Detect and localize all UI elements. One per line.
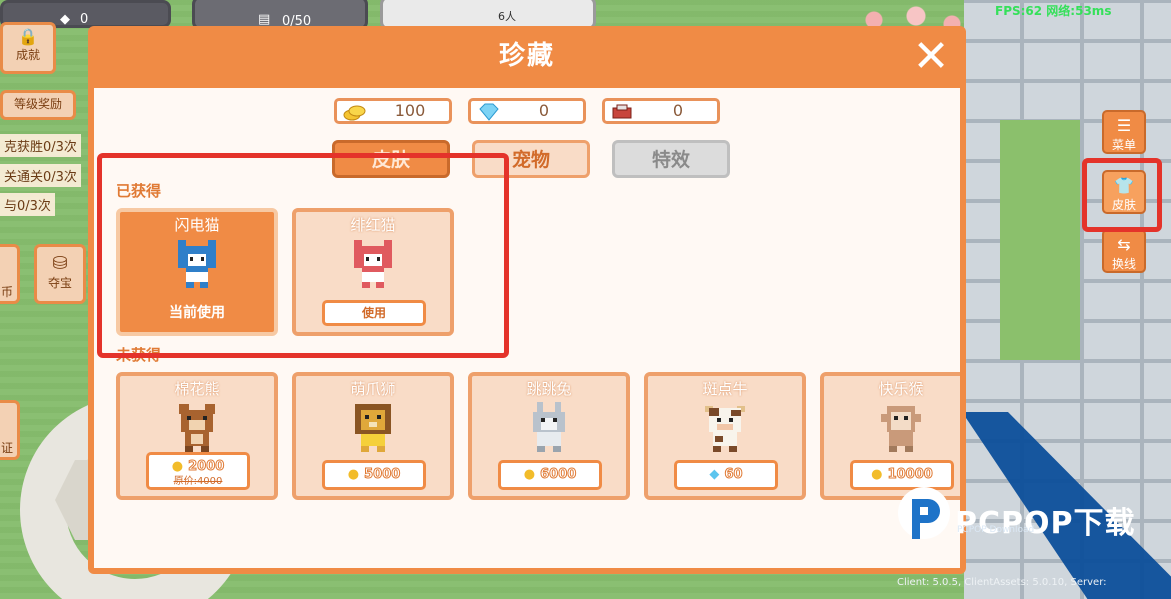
skin-price: 60 xyxy=(724,467,743,483)
modal-title: 珍藏 xyxy=(498,41,555,71)
treasure-button[interactable]: ⛁ 夺宝 xyxy=(34,244,86,304)
achievement-label: 成就 xyxy=(15,48,40,62)
skin-price: 2000 xyxy=(188,459,225,475)
switch-icon: ⇆ xyxy=(1117,235,1131,254)
fps-readout: FPS:62 网络:53ms xyxy=(995,4,1112,18)
switch-line-label: 换线 xyxy=(1111,257,1136,271)
buy-button[interactable]: ● 2000 原价:4000 xyxy=(146,452,250,490)
side-button-1[interactable]: 币 xyxy=(0,244,20,304)
menu-button[interactable]: ☰ 菜单 xyxy=(1102,110,1146,154)
buy-button[interactable]: ● 5000 xyxy=(322,460,426,490)
original-price: 原价:4000 xyxy=(173,476,223,487)
coin-balance: 100 xyxy=(334,98,452,124)
lion-sprite xyxy=(355,404,391,452)
coin-icon: ● xyxy=(871,467,883,482)
players-count: 6人 xyxy=(498,10,516,23)
ticket-balance: 0 xyxy=(602,98,720,124)
level-reward-button[interactable]: 等级奖励 xyxy=(0,90,76,120)
version-text: Client: 5.0.5, ClientAssets: 5.0.10, Ser… xyxy=(897,577,1107,588)
diamond-icon: ◆ xyxy=(709,467,720,482)
icon-star: ▤ xyxy=(258,12,271,27)
skin-card-cute-lion[interactable]: 萌爪狮 ● 5000 xyxy=(292,372,454,500)
skin-price: 6000 xyxy=(540,467,577,483)
ticket-icon xyxy=(612,104,632,119)
diamond-icon xyxy=(479,103,499,121)
skin-name: 斑点牛 xyxy=(702,380,748,398)
skin-price: 10000 xyxy=(887,467,933,483)
diamond-icon: ◆ xyxy=(60,12,70,27)
switch-line-button[interactable]: ⇆ 换线 xyxy=(1102,229,1146,273)
skin-name: 快乐猴 xyxy=(878,380,924,398)
tab-effect[interactable]: 特效 xyxy=(612,140,730,178)
skin-price: 5000 xyxy=(364,467,401,483)
lock-icon: 🔒 xyxy=(18,27,38,46)
diamond-balance: 0 xyxy=(468,98,586,124)
ticket-value: 0 xyxy=(672,101,684,120)
menu-label: 菜单 xyxy=(1111,138,1136,152)
quest-line-3: 与0/3次 xyxy=(0,193,55,216)
watermark-sub: PCPOP Download xyxy=(957,525,1035,535)
highlight-frame-skin-button xyxy=(1082,158,1162,232)
side-button-2[interactable]: 证 xyxy=(0,400,20,460)
coin-icon: ● xyxy=(523,467,536,482)
coin-icon xyxy=(343,105,366,121)
skin-card-spotted-cow[interactable]: 斑点牛 ◆ 60 xyxy=(644,372,806,500)
top-num: 0 xyxy=(80,12,89,27)
treasure-icon: ⛁ xyxy=(52,253,68,274)
rabbit-sprite xyxy=(533,402,565,452)
close-button[interactable]: ✕ xyxy=(906,32,956,82)
skin-name: 跳跳兔 xyxy=(526,380,572,398)
skin-card-cotton-bear[interactable]: 棉花熊 ● 2000 原价:4000 xyxy=(116,372,278,500)
quest-line-2: 关通关0/3次 xyxy=(0,164,81,187)
skin-name: 棉花熊 xyxy=(174,380,220,398)
close-icon: ✕ xyxy=(912,31,950,82)
quest-line-1: 克获胜0/3次 xyxy=(0,134,81,157)
cow-sprite xyxy=(705,406,745,452)
coin-icon: ● xyxy=(347,467,360,482)
buy-button[interactable]: ● 6000 xyxy=(498,460,602,490)
achievement-button[interactable]: 🔒 成就 xyxy=(0,22,56,74)
coin-value: 100 xyxy=(394,101,426,120)
skin-name: 萌爪狮 xyxy=(350,380,396,398)
coin-icon: ● xyxy=(171,459,184,474)
menu-icon: ☰ xyxy=(1116,116,1132,135)
pcpop-logo-icon xyxy=(898,487,950,539)
diamond-value: 0 xyxy=(538,101,550,120)
monkey-sprite xyxy=(881,406,921,452)
skin-card-happy-monkey[interactable]: 快乐猴 ● 10000 xyxy=(820,372,960,500)
highlight-frame-owned xyxy=(97,153,509,358)
watermark-brand: PCPOP下载 xyxy=(955,506,1136,541)
treasure-label: 夺宝 xyxy=(47,276,72,290)
hedge xyxy=(1000,120,1080,360)
buy-button[interactable]: ◆ 60 xyxy=(674,460,778,490)
skin-card-jumping-rabbit[interactable]: 跳跳兔 ● 6000 xyxy=(468,372,630,500)
bear-sprite xyxy=(179,404,215,452)
